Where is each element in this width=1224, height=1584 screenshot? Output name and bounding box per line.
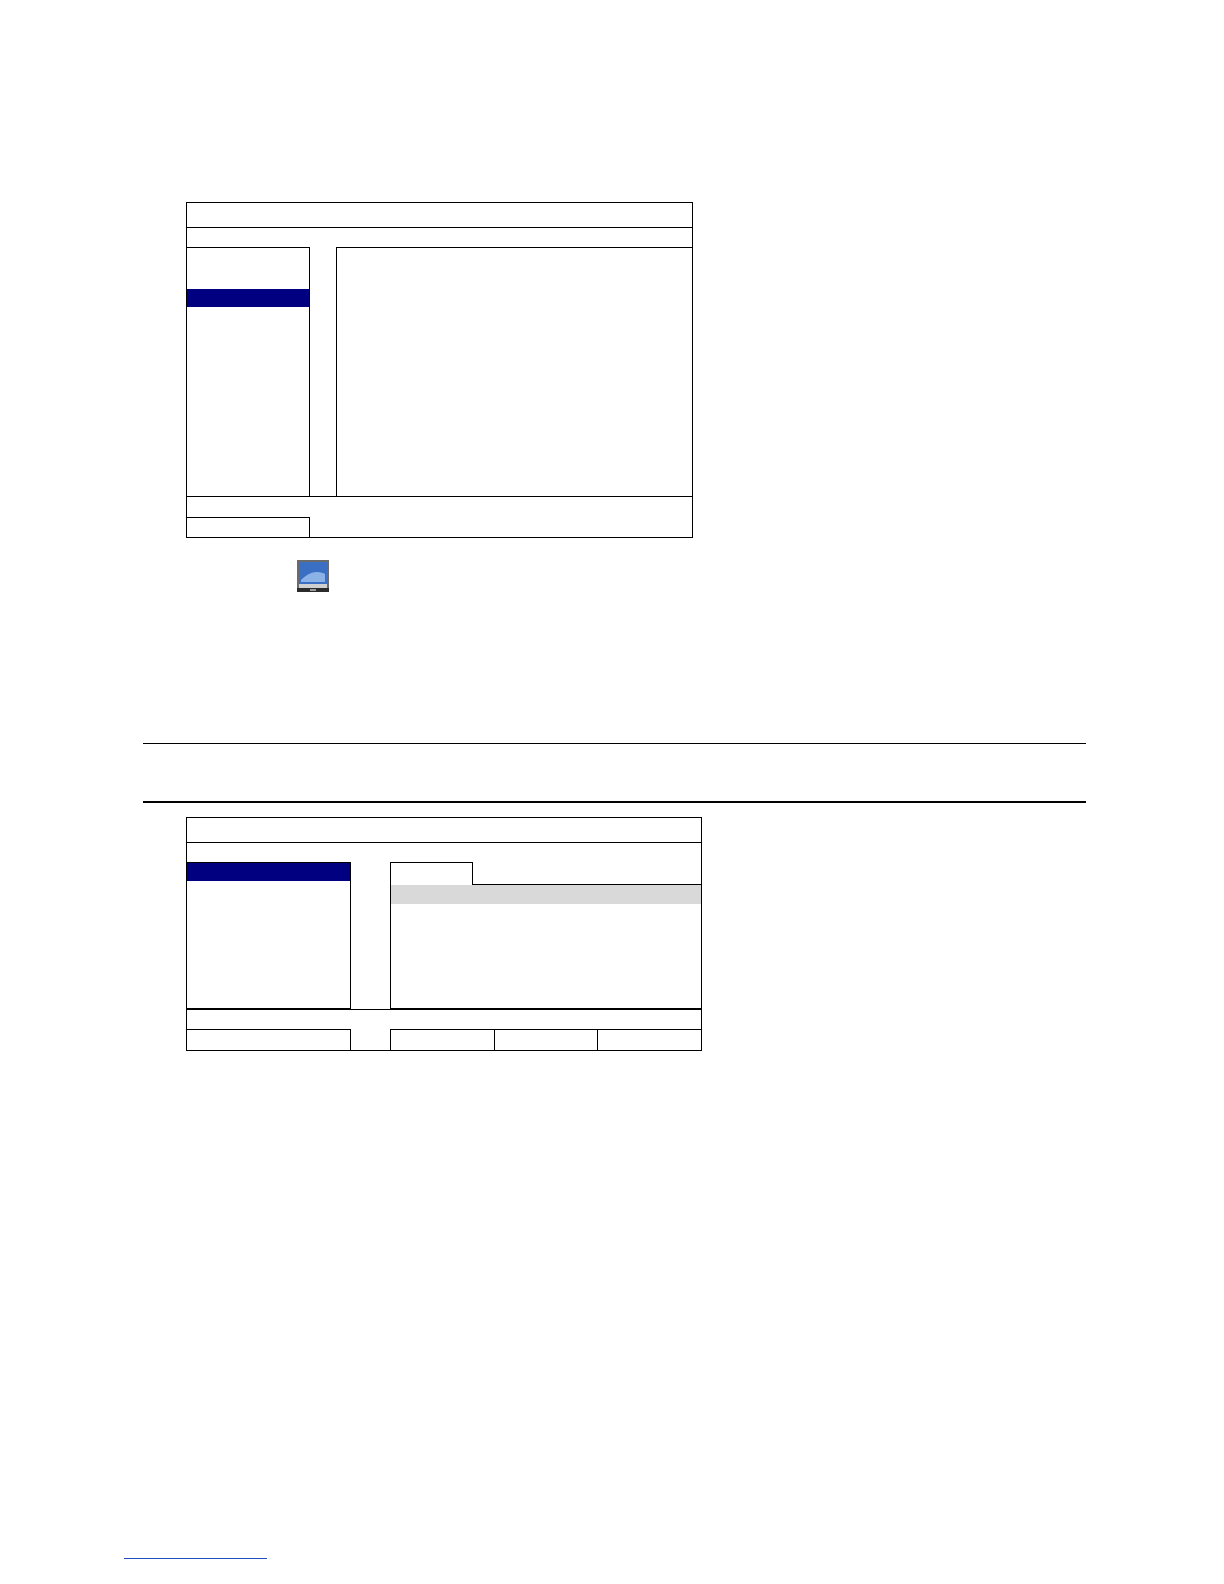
figure2-footer-left-button[interactable] [186, 1029, 351, 1051]
figure1-title-divider [186, 227, 693, 228]
section-top-rule [143, 743, 1086, 744]
figure1-menu-panel [186, 247, 310, 497]
figure1-menu-item-selected[interactable] [187, 289, 309, 307]
figure2-tab[interactable] [390, 862, 473, 885]
section-bottom-rule [143, 801, 1086, 803]
figure2-list-row-highlighted[interactable] [391, 885, 701, 904]
figure1-content-panel [336, 247, 693, 497]
figure2-footer-button-2[interactable] [494, 1029, 598, 1051]
figure2-footer-divider [186, 1009, 702, 1010]
figure2-menu-item-selected[interactable] [187, 863, 350, 881]
figure1-footer-divider [186, 496, 693, 497]
figure2-footer-button-1[interactable] [390, 1029, 495, 1051]
figure2-title-divider [186, 842, 702, 843]
footnote-rule [124, 1558, 267, 1559]
figure1-footer-button[interactable] [186, 517, 310, 538]
figure2-menu-panel [186, 862, 351, 1009]
figure2-footer-button-3[interactable] [597, 1029, 702, 1051]
monitor-icon [297, 560, 329, 592]
